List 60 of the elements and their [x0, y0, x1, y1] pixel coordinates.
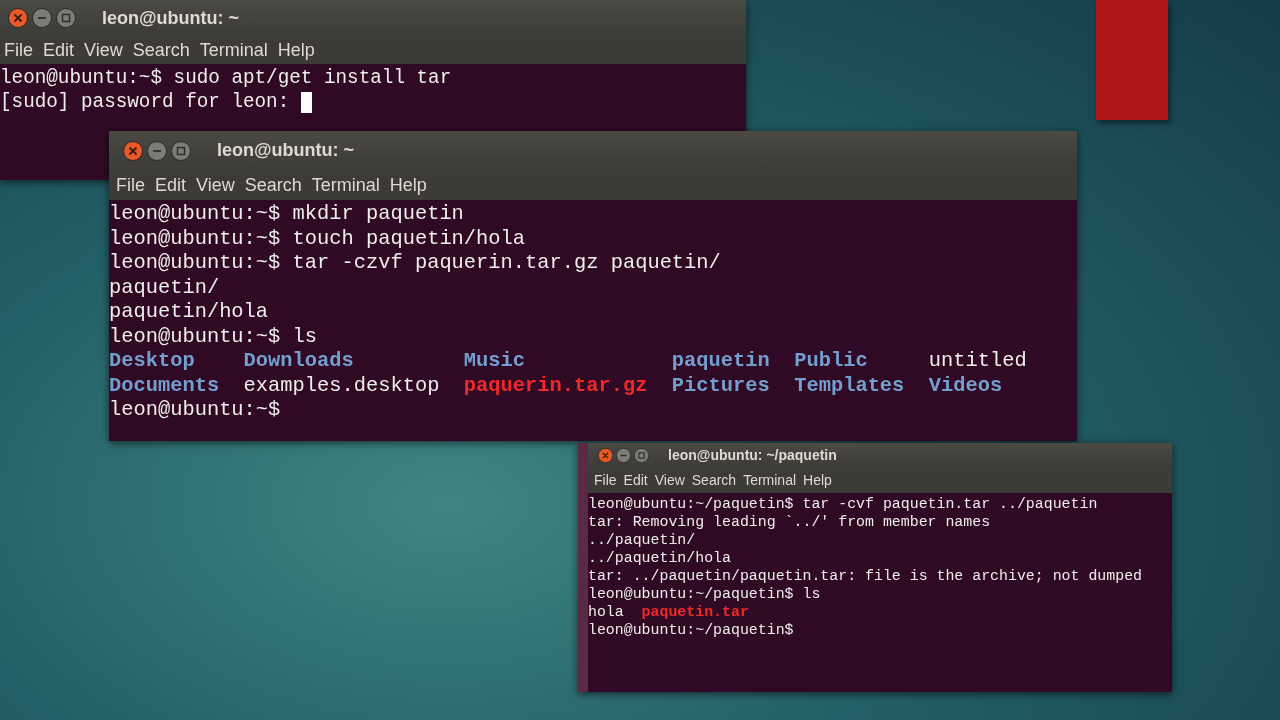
terminal-text: ../paquetin/hola: [588, 549, 731, 567]
menu-item[interactable]: Edit: [623, 470, 648, 491]
minimize-icon[interactable]: [32, 8, 52, 28]
menu-item[interactable]: File: [4, 36, 33, 64]
terminal-text: leon@ubuntu:~/paquetin$ tar -cvf paquetin.tar ../paquetin: [588, 495, 1098, 513]
terminal-text: paquetin/: [109, 275, 220, 300]
terminal-text: untitled: [928, 349, 1027, 372]
menu-item[interactable]: View: [654, 470, 685, 491]
terminal-text: paquetin/hola: [109, 300, 269, 325]
menu-item[interactable]: View: [84, 36, 123, 64]
directory-name: Templates: [794, 373, 905, 397]
directory-name: Videos: [928, 373, 1003, 397]
close-icon[interactable]: [598, 448, 613, 463]
directory-name: Downloads: [243, 349, 354, 372]
terminal-text: hola: [588, 604, 624, 620]
menu-item[interactable]: Search: [132, 36, 190, 64]
menu-item[interactable]: File: [594, 470, 617, 491]
minimize-icon[interactable]: [616, 448, 631, 463]
terminal-text: leon@ubuntu:~$ touch paquetin/hola: [109, 226, 526, 251]
window-title: leon@ubuntu: ~: [102, 6, 240, 30]
terminal-text: leon@ubuntu:~$ mkdir paquetin: [109, 202, 464, 227]
terminal-text: tar: Removing leading `../' from member names: [588, 513, 991, 531]
terminal-text: leon@ubuntu:~$ tar -czvf paquerin.tar.gz paquetin/: [109, 251, 721, 276]
menu-item[interactable]: Terminal: [311, 171, 380, 199]
menu-item[interactable]: Terminal: [199, 36, 268, 64]
menu-item[interactable]: Help: [277, 36, 315, 64]
terminal-text: examples.desktop: [243, 373, 440, 397]
menu-item[interactable]: Help: [803, 470, 832, 491]
maximize-icon[interactable]: [171, 140, 191, 161]
directory-name: Desktop: [109, 349, 195, 372]
archive-name: paquetin.tar: [641, 604, 749, 620]
terminal-text: ../paquetin/: [588, 531, 696, 549]
close-icon[interactable]: [123, 140, 143, 161]
directory-name: Public: [794, 349, 868, 372]
maximize-icon[interactable]: [634, 448, 649, 463]
terminal-text: leon@ubuntu:~/paquetin$: [588, 621, 794, 639]
archive-name: paquerin.tar.gz: [463, 373, 648, 397]
minimize-icon[interactable]: [147, 140, 167, 161]
directory-name: Documents: [109, 373, 220, 397]
terminal-text: leon@ubuntu:~$: [109, 398, 281, 423]
menu-item[interactable]: Search: [691, 470, 737, 491]
terminal-text: leon@ubuntu:~$ ls: [109, 324, 318, 349]
maximize-icon[interactable]: [56, 8, 76, 28]
terminal-text: tar: ../paquetin/paquetin.tar: file is the archive; not dumped: [588, 567, 1143, 585]
directory-name: Music: [463, 349, 526, 372]
directory-name: paquetin: [671, 349, 770, 372]
menu-item[interactable]: Edit: [43, 36, 75, 64]
menu-item[interactable]: Search: [244, 171, 302, 199]
window-title: leon@ubuntu: ~/paquetin: [668, 446, 837, 465]
directory-name: Pictures: [671, 373, 770, 397]
close-icon[interactable]: [8, 8, 28, 28]
menu-item[interactable]: File: [116, 171, 145, 199]
menu-item[interactable]: View: [196, 171, 235, 199]
terminal-text: [sudo] password for leon:: [0, 90, 291, 114]
terminal-text: leon@ubuntu:~/paquetin$ ls: [588, 585, 821, 603]
terminal-text: leon@ubuntu:~$ sudo apt/get install tar: [0, 66, 452, 90]
menu-item[interactable]: Terminal: [743, 470, 797, 491]
menu-item[interactable]: Help: [389, 171, 427, 199]
menu-item[interactable]: Edit: [155, 171, 187, 199]
window-title: leon@ubuntu: ~: [217, 139, 355, 162]
